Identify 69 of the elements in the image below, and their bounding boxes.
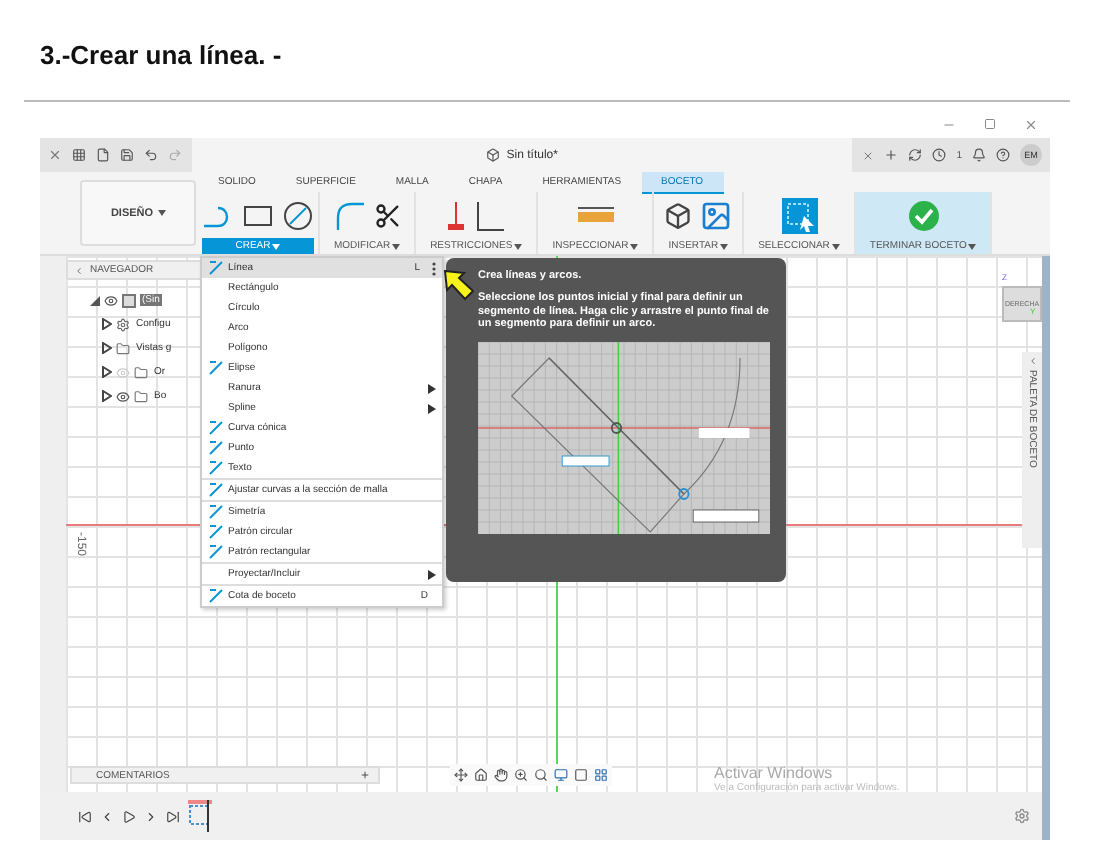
expand-icon[interactable] [1027, 356, 1037, 366]
check-circle-icon[interactable] [907, 199, 940, 231]
undo-icon[interactable] [144, 148, 158, 162]
maximize-icon[interactable] [984, 118, 996, 130]
orbit-icon[interactable] [454, 768, 468, 782]
close-icon[interactable] [1024, 117, 1038, 131]
sketch-tool-icon[interactable] [208, 440, 224, 456]
sketch-tool-icon[interactable] [208, 460, 224, 476]
sketch-tool-icon[interactable] [208, 482, 224, 498]
refresh-icon[interactable] [908, 148, 923, 162]
folder-icon[interactable] [134, 365, 148, 379]
caret-icon [157, 210, 166, 216]
close-icon[interactable] [48, 148, 62, 162]
visual-style-icon[interactable] [574, 768, 588, 782]
sketch-tool-icon[interactable] [208, 524, 224, 540]
file-icon[interactable] [96, 148, 110, 162]
pan-icon[interactable] [494, 768, 508, 782]
perpendicular-icon[interactable] [474, 199, 507, 231]
help-icon[interactable] [996, 148, 1010, 162]
zoom-window-icon[interactable] [534, 768, 548, 782]
arrow-callout [444, 270, 474, 300]
bell-icon[interactable] [972, 148, 986, 162]
image-icon[interactable] [700, 199, 733, 231]
previous-step-icon[interactable] [100, 809, 114, 823]
add-comment-icon[interactable] [360, 770, 370, 780]
scissors-icon[interactable] [373, 201, 402, 229]
eye-icon[interactable] [104, 293, 118, 307]
eye-icon[interactable] [116, 389, 130, 403]
settings-icon[interactable] [1014, 808, 1030, 824]
clock-icon[interactable] [932, 148, 947, 162]
zoom-icon[interactable] [514, 768, 528, 782]
caret-icon [272, 243, 281, 249]
caret-icon [720, 243, 729, 249]
tab-close-icon[interactable] [862, 149, 875, 161]
component-icon[interactable] [122, 293, 136, 307]
cube-icon[interactable] [664, 201, 693, 229]
play-icon[interactable] [122, 809, 136, 823]
sketch-tool-icon[interactable] [208, 420, 224, 436]
sketch-tool-icon[interactable] [208, 360, 224, 376]
sketch-tool-icon[interactable] [208, 504, 224, 520]
circle-icon[interactable] [282, 199, 314, 231]
caret-icon [831, 243, 840, 249]
display-icon[interactable] [554, 768, 568, 782]
collapse-triangle-icon[interactable] [90, 295, 100, 305]
ruler-icon[interactable] [575, 205, 616, 225]
folder-icon[interactable] [134, 389, 148, 403]
caret-icon [968, 243, 977, 249]
home-icon[interactable] [474, 768, 488, 782]
app-grid-icon[interactable] [72, 148, 86, 162]
last-step-icon[interactable] [166, 809, 180, 823]
save-icon[interactable] [120, 148, 134, 162]
sketch-tool-icon[interactable] [208, 588, 224, 604]
rectangle-icon[interactable] [242, 201, 274, 229]
next-step-icon[interactable] [144, 809, 158, 823]
first-step-icon[interactable] [78, 809, 92, 823]
caret-icon [630, 243, 639, 249]
timeline-sketch-icon[interactable] [188, 800, 212, 832]
document-cube-icon[interactable] [486, 148, 501, 162]
caret-icon [514, 243, 523, 249]
caret-icon [392, 243, 401, 249]
sketch-tool-icon[interactable] [208, 544, 224, 560]
select-icon[interactable] [781, 197, 817, 233]
folder-icon[interactable] [116, 341, 130, 355]
grid-icon[interactable] [594, 768, 608, 782]
activation-title: Activar Windows [714, 764, 835, 782]
page-heading: 3.-Crear una línea. - [40, 40, 284, 74]
collapse-icon[interactable] [74, 265, 84, 275]
gear-icon[interactable] [116, 317, 130, 331]
fix-constraint-icon[interactable] [446, 199, 467, 231]
